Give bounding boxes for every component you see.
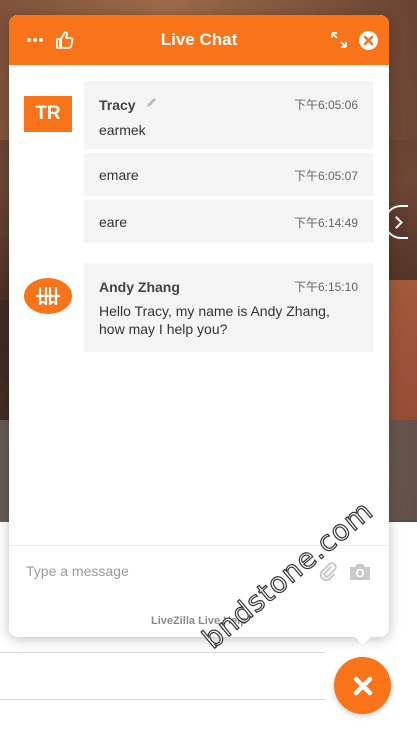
close-circle-icon[interactable] bbox=[357, 15, 379, 65]
message-time: 下午6:14:49 bbox=[293, 216, 358, 230]
chat-toggle-button[interactable] bbox=[334, 657, 391, 714]
message-text: emare bbox=[99, 167, 139, 183]
chat-header: Live Chat bbox=[9, 15, 389, 65]
message-time: 下午6:15:10 bbox=[293, 280, 358, 294]
divider bbox=[0, 699, 325, 700]
camera-icon[interactable] bbox=[348, 562, 372, 587]
message-bubble: emare 下午6:05:07 bbox=[84, 153, 373, 196]
expand-icon[interactable] bbox=[329, 15, 349, 65]
message-bubble: eare 下午6:14:49 bbox=[84, 200, 373, 243]
message-list: TR Tracy 下午6:05:06 earmek emare 下午6:05:0… bbox=[9, 65, 389, 545]
chat-pointer bbox=[353, 635, 373, 645]
pencil-icon[interactable] bbox=[146, 95, 158, 113]
thumbs-up-icon[interactable] bbox=[54, 15, 76, 65]
powered-by-label[interactable]: LiveZilla Live Help bbox=[9, 615, 389, 627]
message-text: eare bbox=[99, 214, 128, 230]
close-icon bbox=[353, 676, 372, 695]
operator-logo-icon bbox=[24, 278, 72, 314]
message-time: 下午6:05:07 bbox=[293, 169, 358, 183]
message-text: earmek bbox=[99, 122, 146, 138]
avatar: TR bbox=[24, 96, 72, 132]
message-text-line1: Hello Tracy, my name is Andy Zhang, bbox=[99, 303, 330, 319]
divider bbox=[0, 652, 325, 653]
sender-name: Andy Zhang bbox=[99, 279, 180, 295]
message-text-line2: how may I help you? bbox=[99, 321, 228, 337]
message-bubble: Andy Zhang 下午6:15:10 Hello Tracy, my nam… bbox=[84, 263, 373, 352]
sender-name: Tracy bbox=[99, 97, 136, 113]
menu-dots-icon[interactable] bbox=[26, 15, 44, 65]
message-time: 下午6:05:06 bbox=[293, 98, 358, 112]
message-bubble: Tracy 下午6:05:06 earmek bbox=[84, 81, 373, 149]
